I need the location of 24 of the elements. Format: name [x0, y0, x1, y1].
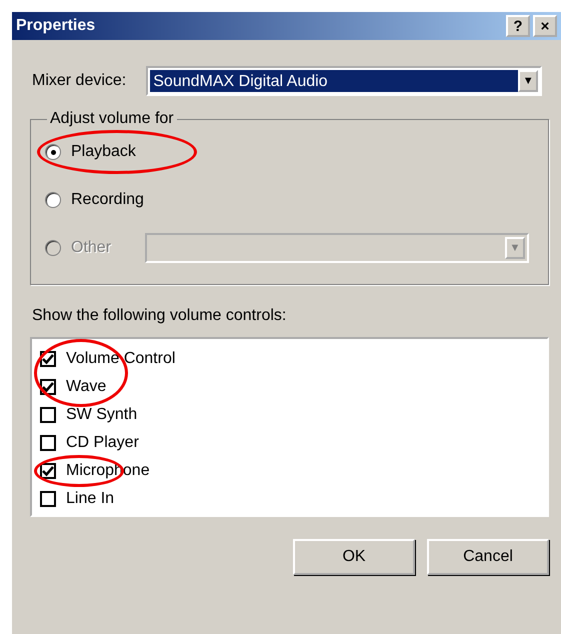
checkbox-label: SW Synth	[66, 406, 138, 424]
checkbox-label: Wave	[66, 378, 106, 396]
checkbox[interactable]	[40, 463, 56, 479]
close-button[interactable]: ×	[533, 15, 557, 37]
checkbox[interactable]	[40, 435, 56, 451]
ok-button[interactable]: OK	[293, 539, 415, 575]
window-title: Properties	[16, 17, 96, 35]
mixer-device-label: Mixer device:	[32, 72, 126, 90]
radio-label: Other	[71, 239, 112, 257]
controls-label: Show the following volume controls:	[32, 307, 288, 325]
cancel-button[interactable]: Cancel	[427, 539, 549, 575]
checkbox-label: CD Player	[66, 434, 139, 452]
checkbox-label: Line In	[66, 490, 114, 508]
radio-label: Playback	[71, 143, 136, 161]
checkbox[interactable]	[40, 407, 56, 423]
radio-button[interactable]	[45, 144, 61, 160]
mixer-device-dropdown[interactable]: SoundMAX Digital Audio ▼	[146, 66, 542, 96]
radio-button[interactable]	[45, 192, 61, 208]
group-title: Adjust volume for	[49, 110, 175, 128]
checkbox[interactable]	[40, 491, 56, 507]
checkbox-label: Volume Control	[66, 350, 176, 368]
checkbox[interactable]	[40, 379, 56, 395]
help-button[interactable]: ?	[506, 15, 530, 37]
radio-label: Recording	[71, 191, 144, 209]
